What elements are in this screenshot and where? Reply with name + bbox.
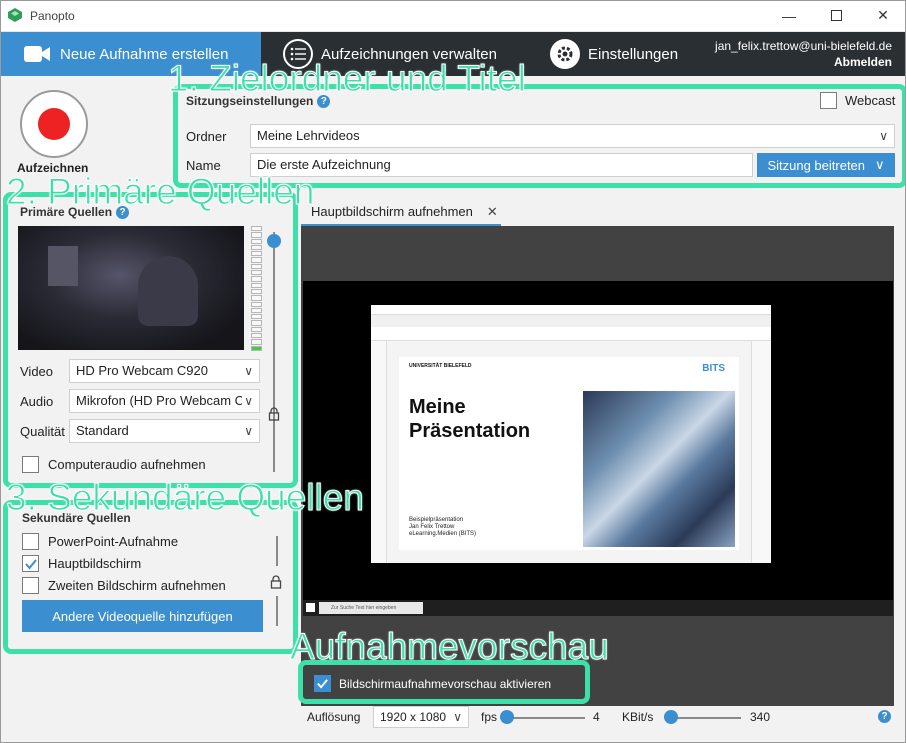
annotation-label-1: 1. Zielordner und Titel [168, 58, 527, 100]
windows-icon [306, 603, 315, 612]
kbit-slider-track[interactable] [671, 717, 741, 719]
fps-slider-track[interactable] [507, 717, 585, 719]
taskbar: Zur Suche Text hier eingeben [303, 600, 893, 616]
slide-logo: BITS [702, 363, 725, 374]
fps-label: fps [481, 710, 498, 724]
resolution-label: Auflösung [307, 710, 361, 724]
close-icon: ✕ [877, 7, 889, 23]
annotation-label-4: Aufnahmevorschau [290, 626, 610, 668]
help-icon[interactable]: ? [878, 710, 891, 723]
chevron-down-icon: ∨ [453, 710, 462, 724]
screen-preview: UNIVERSITÄT BIELEFELD BITS Meine Präsent… [303, 281, 893, 616]
maximize-button[interactable] [813, 0, 859, 31]
logout-link[interactable]: Abmelden [715, 54, 892, 70]
minimize-button[interactable]: — [766, 0, 812, 31]
annotation-frame-3 [3, 500, 298, 654]
window-title: Panopto [30, 9, 75, 23]
close-button[interactable]: ✕ [860, 0, 906, 31]
fps-value: 4 [593, 710, 600, 724]
close-icon[interactable]: ✕ [487, 204, 498, 219]
record-icon [38, 108, 70, 140]
resolution-select[interactable]: 1920 x 1080 ∨ [373, 706, 469, 728]
user-email: jan_felix.trettow@uni-bielefeld.de [715, 39, 892, 53]
maximize-icon [830, 10, 842, 21]
slide-title: Meine Präsentation [409, 396, 531, 442]
preview-tab[interactable]: Hauptbildschirm aufnehmen ✕ [301, 200, 501, 226]
annotation-label-2: 2. Primäre Quellen [5, 171, 315, 213]
slide-photo [583, 391, 735, 547]
tab-settings[interactable]: Einstellungen [550, 32, 700, 76]
resolution-value: 1920 x 1080 [380, 710, 447, 724]
preview-tab-label: Hauptbildschirm aufnehmen [311, 204, 473, 219]
presentation-slide: UNIVERSITÄT BIELEFELD BITS Meine Präsent… [399, 357, 739, 550]
tab-label: Einstellungen [588, 45, 679, 63]
kbit-value: 340 [750, 710, 771, 724]
bottom-bar: Auflösung 1920 x 1080 ∨ fps 4 KBit/s 340… [295, 706, 906, 730]
minimize-icon: — [782, 7, 796, 24]
annotation-frame-2 [3, 192, 298, 488]
record-button[interactable] [20, 90, 88, 158]
taskbar-search: Zur Suche Text hier eingeben [319, 602, 423, 614]
user-box: jan_felix.trettow@uni-bielefeld.de Abmel… [715, 38, 892, 70]
fps-slider-handle[interactable] [500, 710, 514, 724]
title-bar: Panopto — ✕ [0, 0, 906, 32]
slide-university: UNIVERSITÄT BIELEFELD [409, 363, 472, 369]
annotation-label-3: 3. Sekundäre Quellen [6, 477, 365, 519]
camera-icon [22, 39, 52, 69]
gear-icon [550, 39, 580, 69]
panopto-logo-icon [8, 8, 22, 22]
kbit-label: KBit/s [622, 710, 654, 724]
slide-footer: Beispielpräsentation Jan Felix Trettow e… [409, 517, 477, 537]
kbit-slider-handle[interactable] [664, 710, 678, 724]
